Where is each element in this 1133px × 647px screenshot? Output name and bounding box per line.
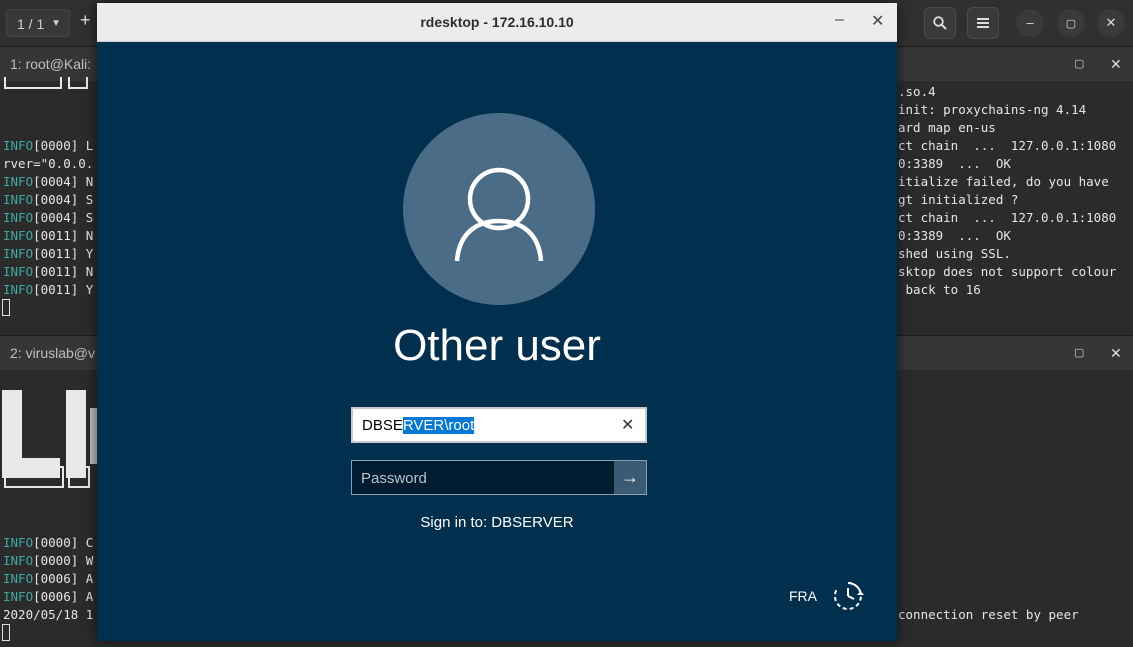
log-line: init: proxychains-ng 4.14 xyxy=(898,102,1087,117)
pane2-close-icon[interactable]: ✕ xyxy=(1110,336,1122,370)
close-icon: ✕ xyxy=(1105,15,1117,30)
user-icon xyxy=(454,167,544,262)
pane1-title: 1: root@Kali: xyxy=(10,56,92,72)
log-line: INFO[0006] A xyxy=(3,589,94,604)
log-line: ct chain ... 127.0.0.1:1080 xyxy=(898,210,1117,225)
search-icon xyxy=(933,16,947,30)
ascii-art xyxy=(68,466,90,488)
menu-icon xyxy=(977,18,989,28)
pane2-title: 2: viruslab@v xyxy=(10,345,96,361)
maximize-icon: ▢ xyxy=(1065,18,1077,30)
log-line: INFO[0006] A xyxy=(3,571,94,586)
log-line: INFO[0011] Y xyxy=(3,282,94,297)
log-line: .so.4 xyxy=(898,84,936,99)
pane1-close-icon[interactable]: ✕ xyxy=(1110,47,1122,81)
maximize-button[interactable]: ▢ xyxy=(1057,9,1085,37)
submit-button[interactable]: → xyxy=(614,461,646,494)
search-button[interactable] xyxy=(924,7,956,39)
login-user-name: Other user xyxy=(393,321,601,370)
terminal-cursor xyxy=(2,624,10,641)
log-line: back to 16 xyxy=(898,282,981,297)
log-line: rver="0.0.0. xyxy=(3,156,94,171)
log-line: 0:3389 ... OK xyxy=(898,156,1011,171)
log-line: gt initialized ? xyxy=(898,192,1019,207)
rdesktop-window[interactable]: rdesktop - 172.16.10.10 – ✕ Other user D… xyxy=(97,3,897,641)
minimize-button[interactable]: – xyxy=(1016,9,1044,37)
pane1-maximize-icon[interactable]: ▢ xyxy=(1074,47,1084,81)
username-field[interactable]: DBSERVER\root ✕ xyxy=(351,407,647,443)
log-line: INFO[0000] W xyxy=(3,553,94,568)
minimize-icon: – xyxy=(1026,15,1034,30)
username-value: DBSERVER\root xyxy=(362,417,475,434)
log-line: 0:3389 ... OK xyxy=(898,228,1011,243)
terminal-cursor xyxy=(2,299,10,316)
ascii-art xyxy=(4,77,62,89)
password-field-container: → xyxy=(351,460,647,496)
log-line: INFO[0011] N xyxy=(3,264,94,279)
user-avatar xyxy=(403,113,595,305)
new-tab-button[interactable]: + xyxy=(80,10,91,31)
log-line: sktop does not support colour xyxy=(898,264,1117,279)
ascii-art xyxy=(4,466,64,488)
log-line: INFO[0004] N xyxy=(3,174,94,189)
log-line: INFO[0011] N xyxy=(3,228,94,243)
log-line: shed using SSL. xyxy=(898,246,1011,261)
tab-counter-dropdown[interactable]: 1 / 1 ▼ xyxy=(6,9,70,37)
log-line: INFO[0000] L xyxy=(3,138,94,153)
rdesktop-minimize-button[interactable]: – xyxy=(835,11,844,29)
tab-counter-label: 1 / 1 xyxy=(17,16,45,32)
chevron-down-icon: ▼ xyxy=(51,18,61,29)
log-line: ct chain ... 127.0.0.1:1080 xyxy=(898,138,1117,153)
language-indicator[interactable]: FRA xyxy=(789,588,817,604)
log-line: INFO[0004] S xyxy=(3,210,94,225)
log-line: connection reset by peer xyxy=(898,607,1079,622)
arrow-right-icon: → xyxy=(621,467,639,487)
ease-of-access-icon xyxy=(834,582,864,610)
sign-in-target: Sign in to: DBSERVER xyxy=(420,514,574,531)
rdesktop-close-button[interactable]: ✕ xyxy=(871,11,884,31)
menu-button[interactable] xyxy=(967,7,999,39)
log-line: INFO[0011] Y xyxy=(3,246,94,261)
log-line: INFO[0000] C xyxy=(3,535,94,550)
rdesktop-titlebar[interactable]: rdesktop - 172.16.10.10 – ✕ xyxy=(97,3,897,42)
log-line: INFO[0004] S xyxy=(3,192,94,207)
password-field[interactable] xyxy=(352,461,623,496)
ease-of-access-button[interactable] xyxy=(831,579,865,618)
ascii-art xyxy=(68,77,88,89)
rdesktop-title: rdesktop - 172.16.10.10 xyxy=(420,14,574,30)
pane2-maximize-icon[interactable]: ▢ xyxy=(1074,336,1084,370)
log-line: 2020/05/18 1 xyxy=(3,607,94,622)
log-line: ard map en-us xyxy=(898,120,996,135)
clear-icon[interactable]: ✕ xyxy=(621,415,634,435)
log-line: itialize failed, do you have xyxy=(898,174,1109,189)
ascii-art xyxy=(66,390,86,478)
close-button[interactable]: ✕ xyxy=(1097,9,1125,37)
